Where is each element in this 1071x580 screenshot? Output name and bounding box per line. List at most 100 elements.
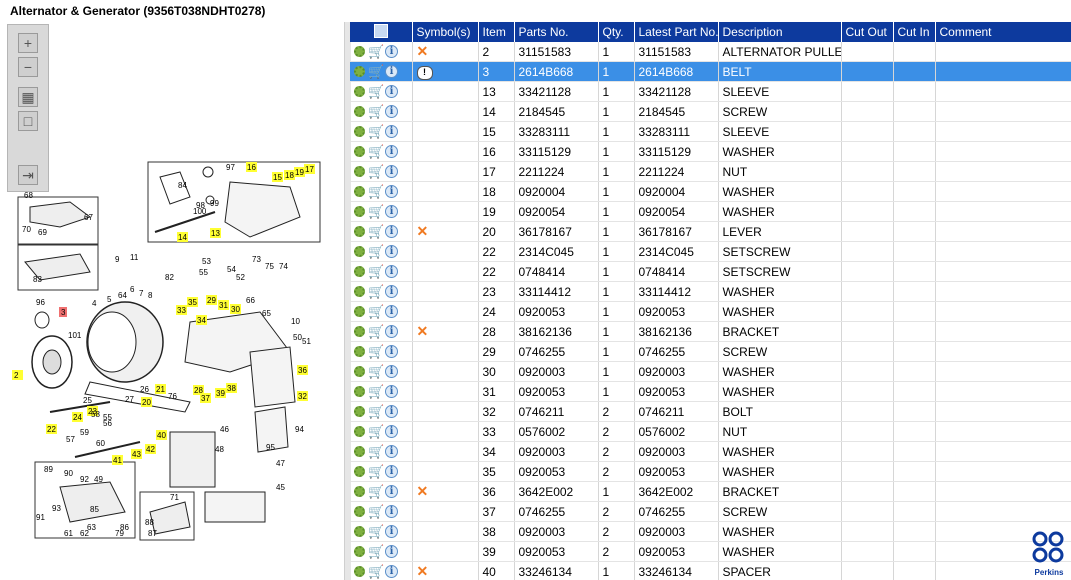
table-row[interactable]: 🛒 i 32 0746211 2 0746211 BOLT (350, 401, 1071, 422)
cart-icon[interactable]: 🛒 (368, 324, 384, 339)
column-header-comment[interactable]: Comment (935, 22, 1071, 42)
cart-icon[interactable]: 🛒 (368, 564, 384, 579)
cart-icon[interactable]: 🛒 (368, 64, 384, 79)
gear-icon[interactable] (354, 66, 365, 78)
table-row[interactable]: 🛒 i 15 33283111 1 33283111 SLEEVE (350, 121, 1071, 142)
cart-icon[interactable]: 🛒 (368, 484, 384, 499)
table-row[interactable]: 🛒 i 30 0920003 1 0920003 WASHER (350, 361, 1071, 382)
cart-icon[interactable]: 🛒 (368, 464, 384, 479)
cart-icon[interactable]: 🛒 (368, 84, 384, 99)
info-icon[interactable]: i (385, 545, 398, 559)
table-row[interactable]: 🛒 i 31 0920053 1 0920053 WASHER (350, 381, 1071, 402)
gear-icon[interactable] (354, 286, 365, 298)
info-icon[interactable]: i (385, 365, 398, 379)
info-icon[interactable]: i (385, 465, 398, 479)
cart-icon[interactable]: 🛒 (368, 44, 384, 59)
gear-icon[interactable] (354, 306, 365, 318)
column-header-symbols[interactable]: Symbol(s) (412, 22, 479, 42)
cart-icon[interactable]: 🛒 (368, 344, 384, 359)
info-icon[interactable]: i (385, 325, 398, 339)
gear-icon[interactable] (354, 386, 365, 398)
table-row[interactable]: 🛒 i 19 0920054 1 0920054 WASHER (350, 201, 1071, 222)
table-row[interactable]: 🛒 i ✕ 36 3642E002 1 3642E002 BRACKET (350, 481, 1071, 502)
gear-icon[interactable] (354, 266, 365, 278)
table-row[interactable]: 🛒 i 18 0920004 1 0920004 WASHER (350, 181, 1071, 202)
search-parts-icon[interactable] (373, 23, 388, 38)
gear-icon[interactable] (354, 246, 365, 258)
table-row[interactable]: 🛒 i 37 0746255 2 0746255 SCREW (350, 501, 1071, 522)
cart-icon[interactable]: 🛒 (368, 204, 384, 219)
cart-icon[interactable]: 🛒 (368, 384, 384, 399)
table-row[interactable]: 🛒 i 35 0920053 2 0920053 WASHER (350, 461, 1071, 482)
info-icon[interactable]: i (385, 565, 398, 579)
table-row[interactable]: 🛒 i! 3 2614B668 1 2614B668 BELT (350, 61, 1071, 82)
table-row[interactable]: 🛒 i 24 0920053 1 0920053 WASHER (350, 301, 1071, 322)
table-row[interactable]: 🛒 i ✕ 40 33246134 1 33246134 SPACER (350, 561, 1071, 580)
gear-icon[interactable] (354, 426, 365, 438)
column-header-cut-out[interactable]: Cut Out (841, 22, 894, 42)
gear-icon[interactable] (354, 406, 365, 418)
info-icon[interactable]: i (385, 85, 398, 99)
info-icon[interactable]: i (385, 125, 398, 139)
table-row[interactable]: 🛒 i 38 0920003 2 0920003 WASHER (350, 521, 1071, 542)
table-row[interactable]: 🛒 i 22 0748414 1 0748414 SETSCREW (350, 261, 1071, 282)
cart-icon[interactable]: 🛒 (368, 244, 384, 259)
table-row[interactable]: 🛒 i 33 0576002 2 0576002 NUT (350, 421, 1071, 442)
gear-icon[interactable] (354, 166, 365, 178)
gear-icon[interactable] (354, 526, 365, 538)
info-icon[interactable]: i (385, 305, 398, 319)
cart-icon[interactable]: 🛒 (368, 544, 384, 559)
gear-icon[interactable] (354, 206, 365, 218)
gear-icon[interactable] (354, 226, 365, 238)
table-row[interactable]: 🛒 i 22 2314C045 1 2314C045 SETSCREW (350, 241, 1071, 262)
table-row[interactable]: 🛒 i 39 0920053 2 0920053 WASHER (350, 541, 1071, 562)
cart-icon[interactable]: 🛒 (368, 144, 384, 159)
cart-icon[interactable]: 🛒 (368, 164, 384, 179)
cart-icon[interactable]: 🛒 (368, 124, 384, 139)
info-icon[interactable]: i (385, 225, 398, 239)
info-icon[interactable]: i (385, 505, 398, 519)
gear-icon[interactable] (354, 46, 365, 58)
info-icon[interactable]: i (385, 105, 398, 119)
info-icon[interactable]: i (385, 245, 398, 259)
column-header-description[interactable]: Description (718, 22, 842, 42)
cart-icon[interactable]: 🛒 (368, 104, 384, 119)
cart-icon[interactable]: 🛒 (368, 504, 384, 519)
zoom-in-icon[interactable]: + (18, 33, 38, 53)
gear-icon[interactable] (354, 146, 365, 158)
gear-icon[interactable] (354, 346, 365, 358)
table-row[interactable]: 🛒 i ✕ 28 38162136 1 38162136 BRACKET (350, 321, 1071, 342)
info-icon[interactable]: i (385, 385, 398, 399)
zoom-out-icon[interactable]: − (18, 57, 38, 77)
table-row[interactable]: 🛒 i 23 33114412 1 33114412 WASHER (350, 281, 1071, 302)
cart-icon[interactable]: 🛒 (368, 284, 384, 299)
cart-icon[interactable]: 🛒 (368, 364, 384, 379)
gear-icon[interactable] (354, 326, 365, 338)
cart-icon[interactable]: 🛒 (368, 224, 384, 239)
info-icon[interactable]: i (385, 425, 398, 439)
gear-icon[interactable] (354, 566, 365, 578)
gear-icon[interactable] (354, 366, 365, 378)
column-header-tools[interactable] (350, 22, 413, 42)
column-header-qty[interactable]: Qty. (598, 22, 635, 42)
column-header-latest-part-no[interactable]: Latest Part No. (634, 22, 719, 42)
table-row[interactable]: 🛒 i ✕ 2 31151583 1 31151583 ALTERNATOR PULLEY (350, 42, 1071, 62)
table-row[interactable]: 🛒 i 29 0746255 1 0746255 SCREW (350, 341, 1071, 362)
cart-icon[interactable]: 🛒 (368, 264, 384, 279)
info-icon[interactable]: i (385, 485, 398, 499)
info-icon[interactable]: i (385, 145, 398, 159)
cart-icon[interactable]: 🛒 (368, 444, 384, 459)
info-icon[interactable]: i (385, 45, 398, 59)
gear-icon[interactable] (354, 126, 365, 138)
cart-icon[interactable]: 🛒 (368, 304, 384, 319)
info-icon[interactable]: i (385, 445, 398, 459)
actual-size-icon[interactable]: □ (18, 111, 38, 131)
cart-icon[interactable]: 🛒 (368, 184, 384, 199)
table-row[interactable]: 🛒 i ✕ 20 36178167 1 36178167 LEVER (350, 221, 1071, 242)
column-header-item[interactable]: Item (478, 22, 515, 42)
info-icon[interactable]: i (385, 285, 398, 299)
table-row[interactable]: 🛒 i 13 33421128 1 33421128 SLEEVE (350, 81, 1071, 102)
gear-icon[interactable] (354, 546, 365, 558)
cart-icon[interactable]: 🛒 (368, 424, 384, 439)
gear-icon[interactable] (354, 506, 365, 518)
